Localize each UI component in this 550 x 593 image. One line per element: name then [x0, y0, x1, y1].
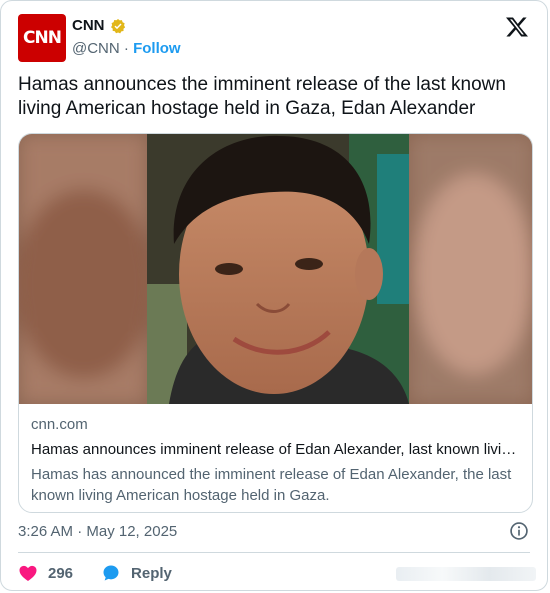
- action-bar: 296 Reply: [18, 563, 200, 583]
- link-meta: cnn.com Hamas announces imminent release…: [31, 416, 520, 506]
- follow-button[interactable]: Follow: [133, 40, 181, 57]
- article-photo[interactable]: [19, 134, 533, 404]
- account-name[interactable]: CNN: [72, 17, 105, 34]
- account-handle[interactable]: @CNN: [72, 40, 120, 57]
- tweet-embed-card: CNN CNN @CNN · Follow Hamas announces th…: [0, 0, 548, 591]
- info-icon[interactable]: [509, 521, 529, 541]
- separator: ·: [123, 40, 129, 57]
- like-count: 296: [48, 564, 74, 582]
- reply-label: Reply: [131, 564, 172, 582]
- divider: [18, 552, 530, 553]
- link-domain: cnn.com: [31, 416, 88, 433]
- tweet-text: Hamas announces the imminent release of …: [18, 74, 506, 119]
- reply-button[interactable]: Reply: [101, 563, 172, 583]
- reply-bubble-icon: [103, 565, 119, 581]
- x-logo-icon[interactable]: [505, 15, 529, 39]
- link-title[interactable]: Hamas announces imminent release of Edan…: [31, 441, 520, 458]
- tweet-timestamp[interactable]: 3:26 AM · May 12, 2025: [18, 523, 177, 540]
- account-name-row[interactable]: CNN: [72, 17, 126, 34]
- obscured-area: [396, 567, 536, 581]
- like-button[interactable]: 296: [18, 563, 73, 583]
- heart-icon: [19, 565, 37, 581]
- handle-line: @CNN · Follow: [72, 40, 181, 57]
- verified-badge-icon: [110, 18, 125, 33]
- avatar[interactable]: CNN: [18, 14, 66, 62]
- link-description: Hamas has announced the imminent release…: [31, 466, 512, 504]
- link-preview-card[interactable]: cnn.com Hamas announces imminent release…: [18, 133, 533, 513]
